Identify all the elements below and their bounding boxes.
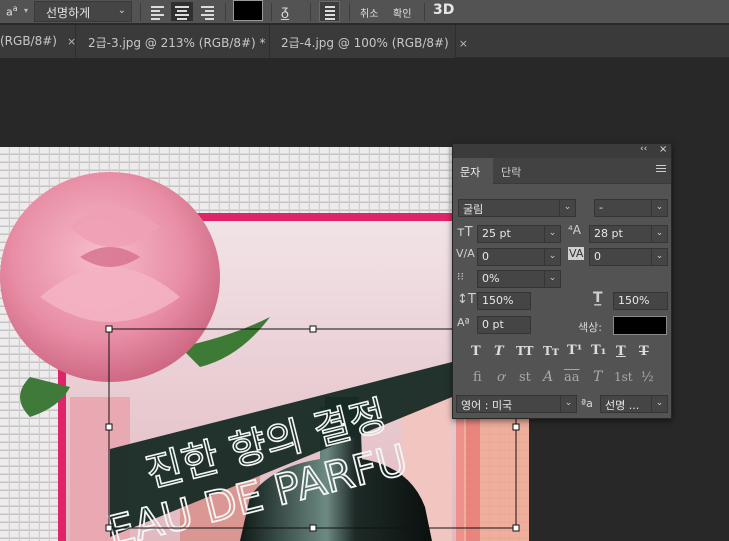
- ligatures-button[interactable]: fi: [473, 370, 482, 385]
- superscript-button[interactable]: T¹: [567, 343, 582, 358]
- font-family-select[interactable]: 굴림 ⌄: [458, 199, 576, 217]
- chevron-down-icon: ⌄: [117, 5, 126, 16]
- options-bar: aa ▾ 선명하게 ⌄ ᵹ̲ 취소 확인 3D: [0, 0, 729, 24]
- discretionary-ligatures-button[interactable]: ơ: [497, 370, 505, 385]
- divider: [271, 3, 272, 21]
- chevron-down-icon: ⌄: [651, 396, 667, 412]
- close-icon[interactable]: ×: [659, 144, 667, 155]
- document-canvas[interactable]: 진한 향의 결정 EAU DE PARFU: [0, 147, 529, 541]
- titling-alternates-button[interactable]: aa: [564, 370, 580, 385]
- divider: [225, 3, 226, 21]
- collapse-icon[interactable]: ‹‹: [640, 144, 647, 154]
- canvas-area[interactable]: 진한 향의 결정 EAU DE PARFU ‹‹ × 문자 단락 굴림 ⌄ - …: [0, 59, 729, 541]
- text-color-swatch[interactable]: [613, 316, 667, 335]
- panel-tab-bar: 문자 단락: [453, 158, 671, 184]
- artwork-image: 진한 향의 결정 EAU DE PARFU: [0, 147, 529, 541]
- chevron-down-icon: ⌄: [559, 200, 575, 216]
- ordinals-button[interactable]: 1st: [614, 370, 633, 384]
- align-center-button[interactable]: [171, 2, 193, 21]
- leading-field[interactable]: 28 pt ⌄: [589, 225, 668, 243]
- horizontal-scale-field[interactable]: 150%: [613, 292, 668, 310]
- small-caps-button[interactable]: Tт: [543, 344, 559, 358]
- document-tab[interactable]: 2급-4.jpg @ 100% (RGB/8#) ×: [270, 25, 468, 58]
- chevron-down-icon: ⌄: [651, 200, 667, 216]
- tsume-field[interactable]: 0% ⌄: [477, 270, 561, 288]
- vertical-scale-field[interactable]: 150%: [477, 292, 531, 310]
- baseline-shift-field[interactable]: 0 pt: [477, 316, 531, 334]
- align-left-button[interactable]: [147, 2, 169, 21]
- warp-text-icon[interactable]: ᵹ̲: [281, 2, 289, 19]
- panel-header-strip: [453, 144, 671, 158]
- kerning-icon: V/A: [456, 247, 475, 260]
- tab-paragraph[interactable]: 단락: [493, 158, 533, 184]
- color-label: 색상:: [578, 321, 602, 334]
- language-select[interactable]: 영어 : 미국 ⌄: [456, 395, 577, 413]
- character-panel: ‹‹ × 문자 단락 굴림 ⌄ - ⌄ ᴛT 25 pt ⌄ ⁴A 28 pt ⌄ V/…: [452, 143, 672, 419]
- document-tab[interactable]: 2급-3.jpg @ 213% (RGB/8#) *×: [76, 25, 285, 58]
- align-right-button[interactable]: [196, 2, 218, 21]
- antialias-select[interactable]: 선명 ... ⌄: [600, 395, 668, 413]
- horizontal-scale-icon: T̲: [593, 290, 603, 306]
- all-caps-button[interactable]: TT: [516, 344, 533, 358]
- strikethrough-button[interactable]: T: [639, 344, 649, 359]
- tracking-icon: VA: [568, 247, 585, 260]
- close-icon[interactable]: ×: [459, 37, 468, 50]
- faux-bold-button[interactable]: T: [471, 344, 481, 359]
- tracking-field[interactable]: 0 ⌄: [589, 248, 668, 266]
- baseline-shift-icon: Aª: [457, 316, 470, 329]
- stylistic-alternates-button[interactable]: A: [543, 369, 553, 385]
- antialias-icon: aa: [6, 4, 18, 19]
- font-size-field[interactable]: 25 pt ⌄: [477, 225, 561, 243]
- toggle-panels-button[interactable]: [319, 1, 340, 22]
- antialias-select[interactable]: 선명하게 ⌄: [34, 1, 132, 22]
- leading-icon: ⁴A: [568, 223, 582, 237]
- ordinals-alt-button[interactable]: T: [593, 369, 602, 385]
- underline-button[interactable]: T: [616, 344, 626, 359]
- chevron-down-icon[interactable]: ▾: [24, 6, 28, 15]
- fractions-button[interactable]: ½: [641, 370, 654, 385]
- faux-italic-button[interactable]: T: [494, 344, 504, 359]
- kerning-field[interactable]: 0 ⌄: [477, 248, 561, 266]
- chevron-down-icon: ⌄: [651, 249, 667, 265]
- document-tab-bar: (RGB/8#)× 2급-3.jpg @ 213% (RGB/8#) *× 2급…: [0, 25, 729, 58]
- antialias-value: 선명하게: [46, 6, 91, 20]
- chevron-down-icon: ⌄: [544, 249, 560, 265]
- divider: [310, 3, 311, 21]
- close-icon[interactable]: ×: [67, 35, 76, 48]
- create-3d-button[interactable]: 3D: [433, 2, 454, 18]
- text-color-swatch[interactable]: [233, 0, 263, 21]
- document-tab[interactable]: (RGB/8#) ×: [0, 25, 76, 58]
- chevron-down-icon: ⌄: [560, 396, 576, 412]
- antialias-icon: ªa: [581, 397, 593, 410]
- font-style-select[interactable]: - ⌄: [594, 199, 668, 217]
- vertical-scale-icon: ↕T: [457, 292, 476, 307]
- chevron-down-icon: ⌄: [544, 226, 560, 242]
- tsume-icon: ⁝⁝: [457, 270, 464, 283]
- panel-menu-icon[interactable]: [656, 165, 666, 174]
- divider: [140, 3, 141, 21]
- divider: [424, 3, 425, 21]
- chevron-down-icon: ⌄: [651, 226, 667, 242]
- tab-character[interactable]: 문자: [453, 158, 493, 184]
- divider: [349, 3, 350, 21]
- commit-button[interactable]: 확인: [393, 5, 411, 20]
- subscript-button[interactable]: T₁: [591, 343, 606, 358]
- chevron-down-icon: ⌄: [544, 271, 560, 287]
- swash-button[interactable]: st: [519, 370, 531, 385]
- cancel-button[interactable]: 취소: [360, 5, 378, 20]
- font-size-icon: ᴛT: [457, 225, 473, 240]
